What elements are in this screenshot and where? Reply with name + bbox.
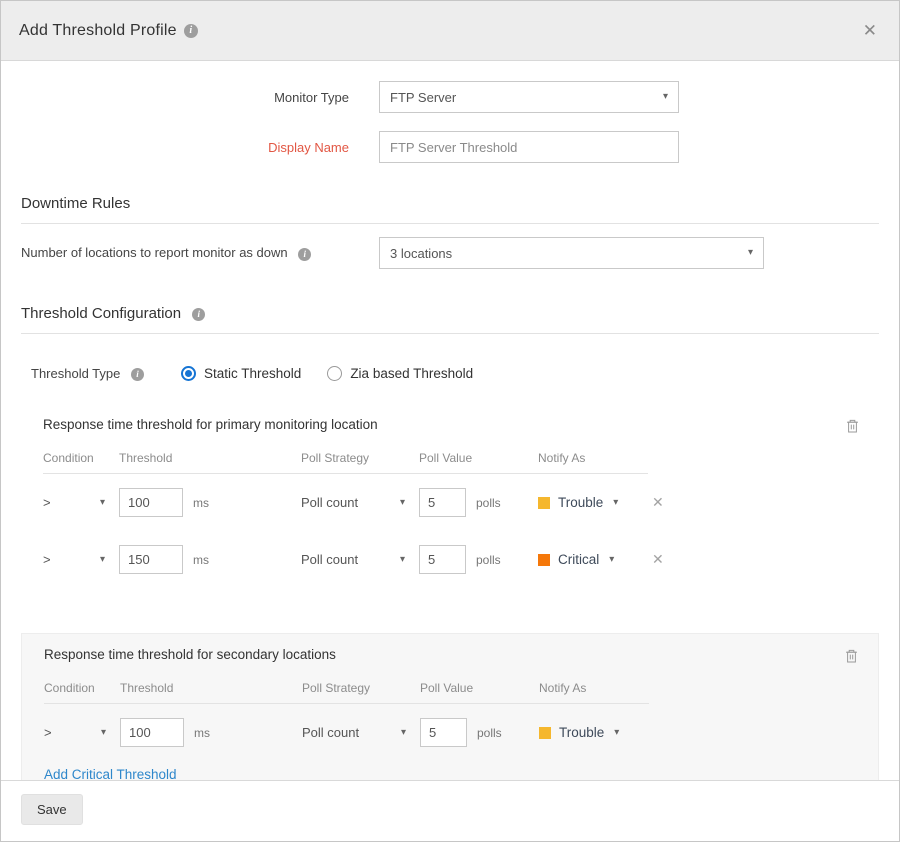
radio-zia-based-threshold[interactable]: Zia based Threshold	[327, 366, 473, 381]
chevron-down-icon: ▾	[614, 728, 619, 738]
threshold-unit: ms	[193, 496, 209, 510]
threshold-unit: ms	[194, 726, 210, 740]
radio-unselected-icon	[327, 366, 342, 381]
threshold-value-input[interactable]	[120, 718, 184, 747]
dialog-header: Add Threshold Profile i ✕	[1, 1, 899, 61]
info-icon[interactable]: i	[131, 368, 144, 381]
poll-unit: polls	[476, 496, 501, 510]
threshold-table-header: Condition Threshold Poll Strategy Poll V…	[43, 435, 648, 474]
info-icon[interactable]: i	[192, 308, 205, 321]
monitor-type-value: FTP Server	[390, 90, 456, 105]
remove-row-icon[interactable]: ✕	[652, 494, 664, 511]
downtime-rules-title: Downtime Rules	[21, 195, 879, 212]
threshold-config-title: Threshold Configuration i	[21, 305, 879, 322]
primary-threshold-panel: Response time threshold for primary moni…	[21, 404, 879, 594]
poll-strategy-select[interactable]: Poll count ▾	[301, 552, 405, 567]
condition-select[interactable]: > ▾	[43, 552, 105, 567]
chevron-down-icon: ▾	[101, 728, 106, 738]
trash-icon[interactable]	[843, 647, 860, 665]
add-critical-threshold-link[interactable]: Add Critical Threshold	[44, 767, 177, 780]
trash-icon[interactable]	[844, 417, 861, 435]
locations-row: Number of locations to report monitor as…	[21, 237, 879, 269]
chevron-down-icon: ▾	[663, 92, 668, 102]
dialog-title: Add Threshold Profile	[19, 22, 177, 40]
condition-select[interactable]: > ▾	[44, 725, 106, 740]
notify-as-select[interactable]: Critical ▾	[538, 552, 648, 567]
chevron-down-icon: ▾	[609, 555, 614, 565]
locations-select[interactable]: 3 locations ▾	[379, 237, 764, 269]
add-threshold-profile-dialog: Add Threshold Profile i ✕ Monitor Type F…	[0, 0, 900, 842]
monitor-type-label: Monitor Type	[21, 90, 349, 105]
display-name-input[interactable]	[379, 131, 679, 163]
threshold-type-row: Threshold Type i Static Threshold Zia ba…	[31, 366, 879, 381]
severity-color-swatch	[538, 497, 550, 509]
threshold-row: > ▾ ms Poll count ▾ polls	[43, 488, 861, 517]
notify-as-select[interactable]: Trouble ▾	[539, 725, 649, 740]
info-icon[interactable]: i	[184, 24, 198, 38]
poll-strategy-select[interactable]: Poll count ▾	[302, 725, 406, 740]
monitor-type-select[interactable]: FTP Server ▾	[379, 81, 679, 113]
chevron-down-icon: ▾	[613, 498, 618, 508]
locations-value: 3 locations	[390, 246, 452, 261]
poll-strategy-select[interactable]: Poll count ▾	[301, 495, 405, 510]
secondary-threshold-panel: Response time threshold for secondary lo…	[21, 633, 879, 780]
locations-label: Number of locations to report monitor as…	[21, 245, 379, 260]
threshold-value-input[interactable]	[119, 488, 183, 517]
section-divider	[21, 333, 879, 334]
dialog-footer: Save	[1, 780, 899, 841]
chevron-down-icon: ▾	[400, 498, 405, 508]
info-icon[interactable]: i	[298, 248, 311, 261]
threshold-config-section: Threshold Configuration i Threshold Type…	[21, 305, 879, 780]
poll-value-input[interactable]	[420, 718, 467, 747]
chevron-down-icon: ▾	[400, 555, 405, 565]
poll-unit: polls	[477, 726, 502, 740]
notify-as-select[interactable]: Trouble ▾	[538, 495, 648, 510]
severity-color-swatch	[539, 727, 551, 739]
poll-value-input[interactable]	[419, 545, 466, 574]
condition-select[interactable]: > ▾	[43, 495, 105, 510]
primary-panel-title: Response time threshold for primary moni…	[43, 417, 378, 432]
poll-unit: polls	[476, 553, 501, 567]
downtime-rules-section: Downtime Rules Number of locations to re…	[21, 195, 879, 269]
radio-selected-icon	[181, 366, 196, 381]
chevron-down-icon: ▾	[100, 498, 105, 508]
remove-row-icon[interactable]: ✕	[652, 551, 664, 568]
threshold-row: > ▾ ms Poll count ▾ polls	[44, 718, 860, 747]
radio-static-threshold[interactable]: Static Threshold	[181, 366, 301, 381]
threshold-unit: ms	[193, 553, 209, 567]
monitor-type-row: Monitor Type FTP Server ▾	[21, 81, 879, 113]
dialog-body: Monitor Type FTP Server ▾ Display Name D…	[1, 61, 899, 780]
display-name-row: Display Name	[21, 131, 879, 163]
chevron-down-icon: ▾	[100, 555, 105, 565]
severity-color-swatch	[538, 554, 550, 566]
close-icon[interactable]: ✕	[859, 19, 881, 43]
poll-value-input[interactable]	[419, 488, 466, 517]
chevron-down-icon: ▾	[401, 728, 406, 738]
secondary-panel-title: Response time threshold for secondary lo…	[44, 647, 336, 662]
threshold-type-label: Threshold Type i	[31, 366, 181, 381]
threshold-value-input[interactable]	[119, 545, 183, 574]
section-divider	[21, 223, 879, 224]
threshold-row: > ▾ ms Poll count ▾ polls	[43, 545, 861, 574]
threshold-table-header: Condition Threshold Poll Strategy Poll V…	[44, 665, 649, 704]
display-name-label: Display Name	[21, 140, 349, 155]
chevron-down-icon: ▾	[748, 248, 753, 258]
save-button[interactable]: Save	[21, 794, 83, 825]
